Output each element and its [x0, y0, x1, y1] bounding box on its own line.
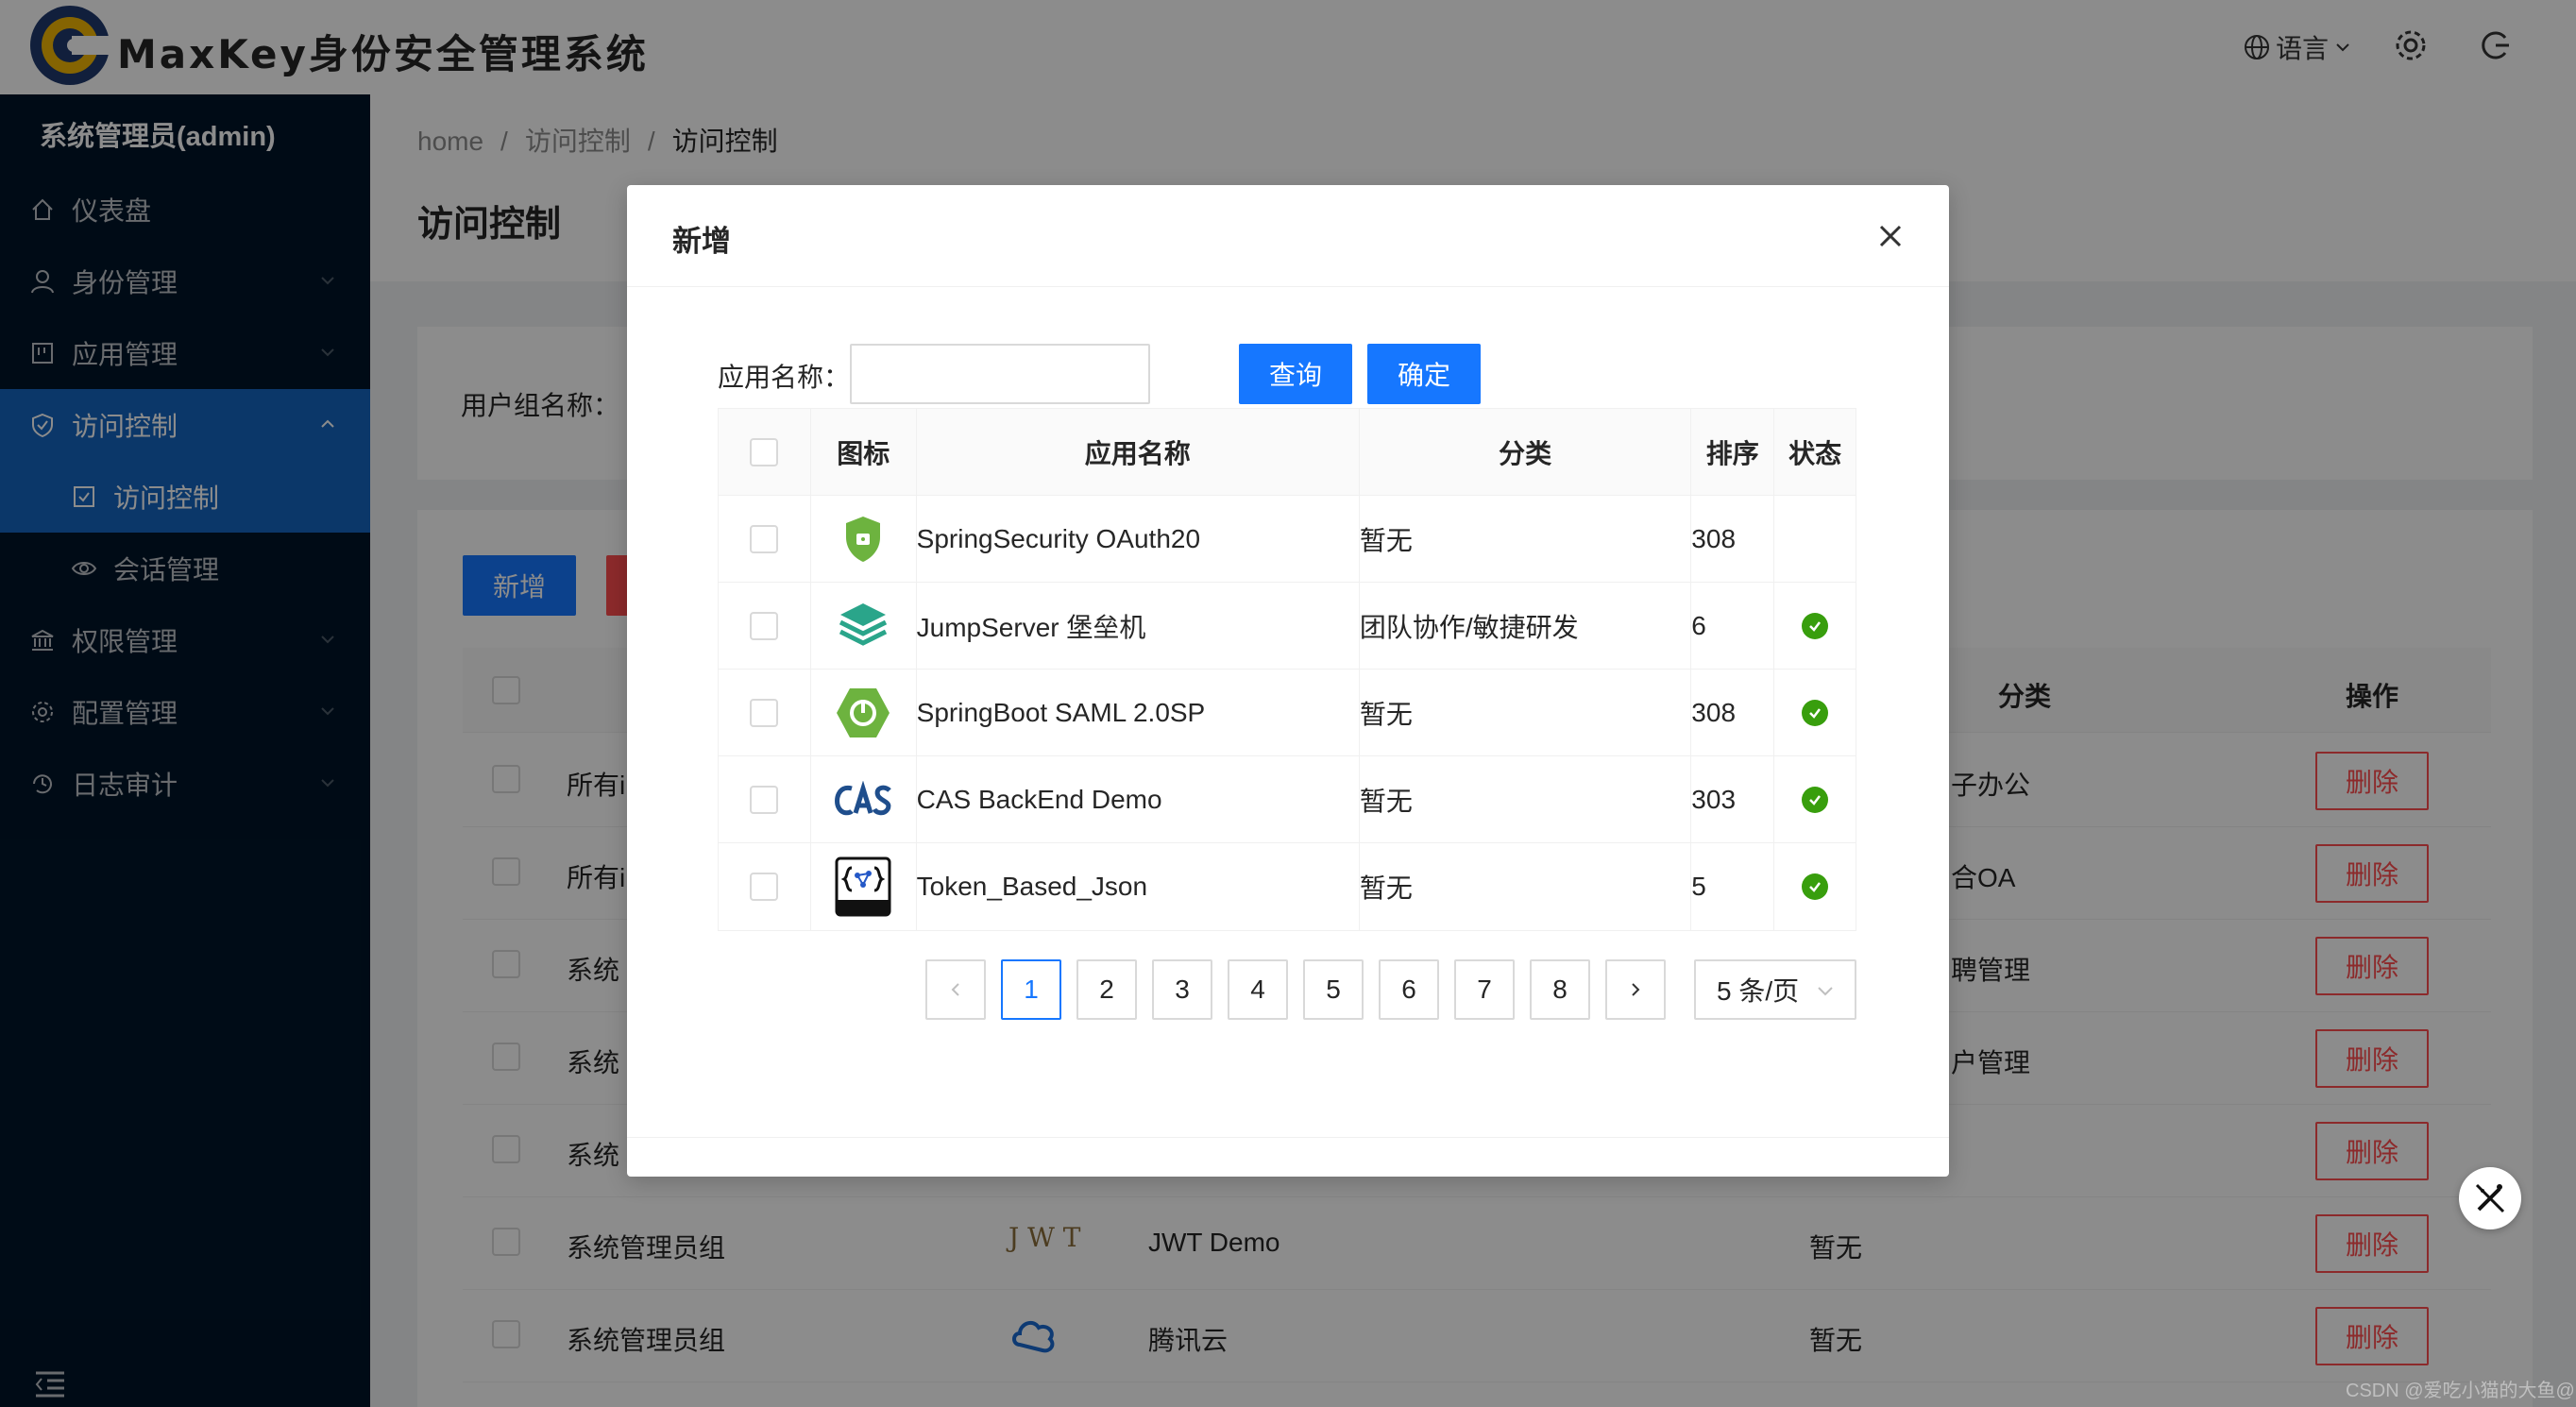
page-4[interactable]: 4	[1228, 959, 1288, 1020]
category: 团队协作/敏捷研发	[1360, 582, 1692, 670]
sort-index: 308	[1691, 669, 1775, 756]
app-icon-cell	[811, 843, 917, 930]
column-category: 分类	[1360, 408, 1692, 496]
magic-wand-icon	[2475, 1183, 2505, 1213]
app-name-filter-label: 应用名称：	[718, 363, 851, 392]
row-checkbox-cell	[719, 669, 811, 756]
status-cell	[1774, 496, 1856, 583]
sort-index: 5	[1691, 843, 1775, 930]
row-checkbox[interactable]	[750, 524, 779, 553]
app-name: CAS BackEnd Demo	[917, 755, 1360, 843]
sort-index: 303	[1691, 755, 1775, 843]
app-name: SpringBoot SAML 2.0SP	[917, 669, 1360, 756]
app-select-table: 图标 应用名称 分类 排序 状态 SpringSecurity OAuth20 …	[718, 408, 1856, 931]
status-cell	[1774, 583, 1856, 670]
modal-header: 新增	[627, 185, 1949, 287]
table-row[interactable]: SpringBoot SAML 2.0SP 暂无 308	[719, 669, 1856, 756]
chevron-left-icon	[951, 983, 959, 996]
row-checkbox-cell	[719, 755, 811, 843]
app-name-filter-input[interactable]	[850, 344, 1150, 404]
category: 暂无	[1360, 669, 1692, 756]
category: 暂无	[1360, 495, 1692, 583]
row-checkbox[interactable]	[750, 611, 779, 640]
status-active-icon	[1802, 873, 1829, 900]
close-icon[interactable]	[1873, 219, 1907, 253]
spring-security-icon	[846, 516, 881, 562]
page-2[interactable]: 2	[1076, 959, 1137, 1020]
sort-index: 6	[1691, 582, 1775, 670]
modal-title: 新增	[672, 225, 731, 258]
page-size-value: 5 条/页	[1717, 976, 1800, 1006]
app-icon-cell	[811, 495, 917, 583]
status-active-icon	[1802, 699, 1829, 726]
prev-page-button[interactable]	[925, 959, 986, 1020]
select-all-checkbox[interactable]	[750, 437, 779, 466]
app-name: SpringSecurity OAuth20	[917, 495, 1360, 583]
json-icon	[835, 856, 891, 917]
row-checkbox[interactable]	[750, 873, 779, 901]
page-8[interactable]: 8	[1530, 959, 1590, 1020]
app-icon-cell	[811, 755, 917, 843]
springboot-icon	[837, 687, 890, 737]
row-checkbox[interactable]	[750, 698, 779, 727]
status-cell	[1774, 756, 1856, 843]
row-checkbox-cell	[719, 495, 811, 583]
confirm-button[interactable]: 确定	[1367, 344, 1481, 404]
page-6[interactable]: 6	[1379, 959, 1439, 1020]
status-active-icon	[1802, 786, 1829, 813]
table-row[interactable]: JumpServer 堡垒机 团队协作/敏捷研发 6	[719, 582, 1856, 670]
header-checkbox-cell	[719, 408, 811, 496]
column-app-name: 应用名称	[917, 408, 1360, 496]
page-5[interactable]: 5	[1303, 959, 1364, 1020]
add-app-modal: 新增 应用名称： 查询 确定 图标 应用名称 分类 排序 状态 SpringSe…	[627, 185, 1949, 1177]
app-name: JumpServer 堡垒机	[917, 582, 1360, 670]
status-cell	[1774, 670, 1856, 756]
page-size-select[interactable]: 5 条/页	[1694, 959, 1856, 1020]
table-header-row: 图标 应用名称 分类 排序 状态	[719, 408, 1856, 496]
table-row[interactable]: CAS BackEnd Demo 暂无 303	[719, 755, 1856, 843]
status-active-icon	[1802, 612, 1829, 639]
app-icon-cell	[811, 669, 917, 756]
cas-icon	[835, 780, 892, 815]
modal-footer	[627, 1137, 1949, 1138]
watermark: CSDN @爱吃小猫的大鱼@	[2346, 1381, 2575, 1401]
table-row[interactable]: Token_Based_Json 暂无 5	[719, 843, 1856, 930]
sort-index: 308	[1691, 495, 1775, 583]
chevron-down-icon	[1818, 987, 1833, 996]
query-button[interactable]: 查询	[1239, 344, 1352, 404]
app-icon-cell	[811, 582, 917, 670]
column-status: 状态	[1788, 438, 1842, 468]
page-1[interactable]: 1	[1001, 959, 1061, 1020]
row-checkbox[interactable]	[750, 785, 779, 814]
status-cell	[1774, 843, 1856, 930]
next-page-button[interactable]	[1605, 959, 1666, 1020]
row-checkbox-cell	[719, 843, 811, 930]
category: 暂无	[1360, 755, 1692, 843]
column-sort: 排序	[1691, 408, 1775, 496]
jumpserver-icon	[839, 602, 888, 646]
floating-tool-button[interactable]	[2459, 1167, 2521, 1229]
pagination: 1 2 3 4 5 6 7 8 5 条/页	[627, 959, 1949, 1022]
row-checkbox-cell	[719, 582, 811, 670]
category: 暂无	[1360, 843, 1692, 930]
column-icon: 图标	[811, 408, 917, 496]
app-name: Token_Based_Json	[917, 843, 1360, 930]
table-row[interactable]: SpringSecurity OAuth20 暂无 308	[719, 495, 1856, 583]
page-7[interactable]: 7	[1454, 959, 1515, 1020]
page-3[interactable]: 3	[1152, 959, 1212, 1020]
chevron-right-icon	[1632, 983, 1640, 996]
